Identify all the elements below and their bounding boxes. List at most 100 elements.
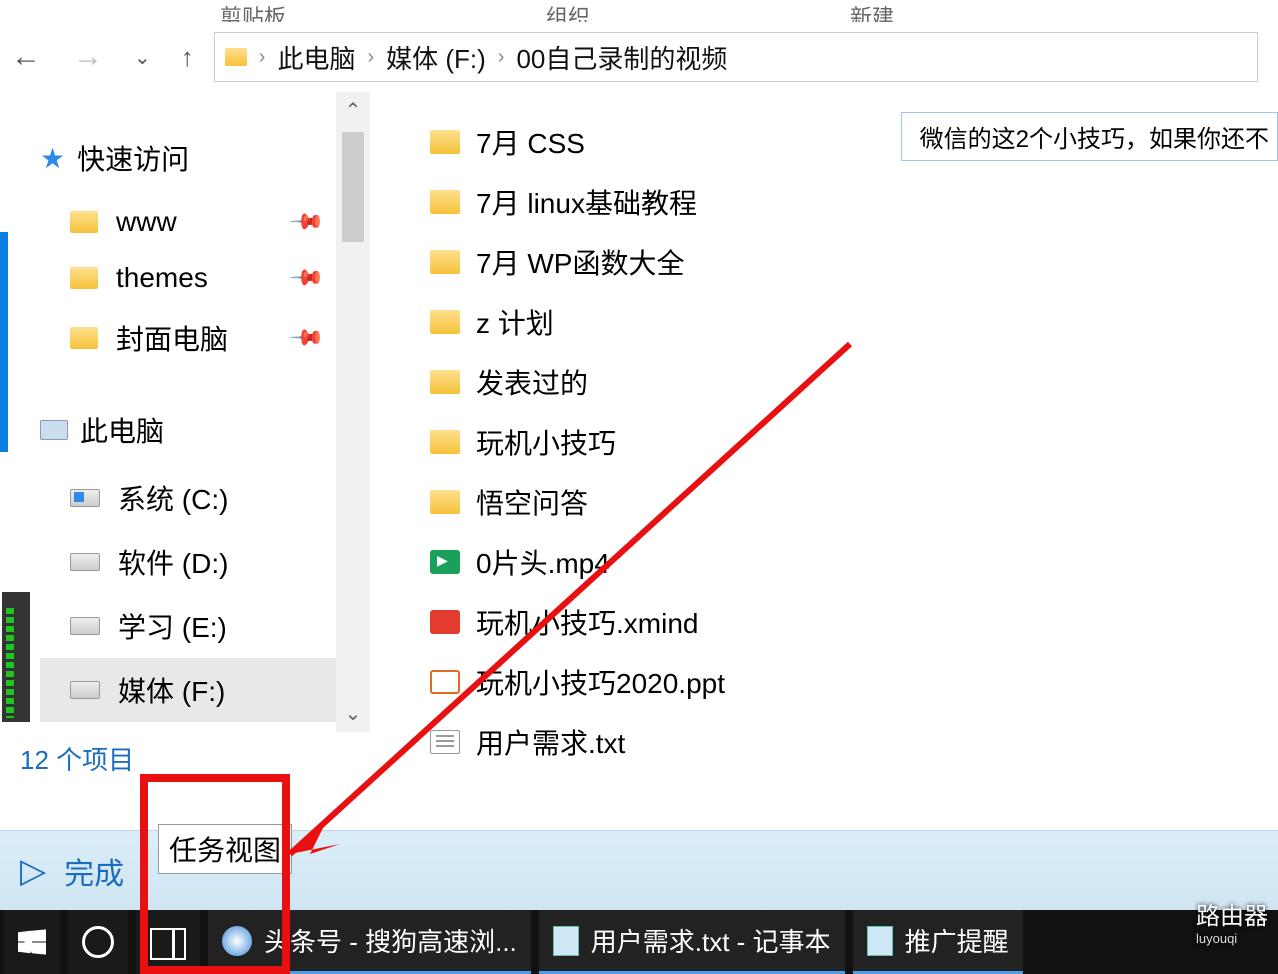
this-pc-label: 此电脑 (80, 410, 164, 450)
sidebar-item-label: 系统 (C:) (118, 478, 228, 518)
scroll-down-icon[interactable]: ⌄ (345, 701, 362, 726)
item-count: 12 个项目 (20, 745, 134, 775)
file-label: 7月 linux基础教程 (476, 182, 697, 222)
file-item-video[interactable]: 微信的这2个小技巧，如果你还不 (901, 112, 1278, 161)
player-status: 完成 (64, 849, 124, 893)
taskbar-app-label: 用户需求.txt - 记事本 (591, 922, 831, 959)
windows-logo-icon (18, 928, 46, 956)
ppt-icon (430, 670, 460, 694)
folder-icon (70, 327, 98, 349)
quick-access-label: 快速访问 (77, 138, 189, 178)
sidebar-pinned-item[interactable]: 封面电脑 📌 (40, 306, 370, 370)
folder-icon (430, 130, 460, 154)
address-bar[interactable]: › 此电脑 › 媒体 (F:) › 00自己录制的视频 (214, 32, 1258, 82)
notepad-icon (553, 926, 579, 956)
drive-icon (70, 681, 100, 699)
folder-item[interactable]: 7月 WP函数大全 (430, 232, 1278, 292)
task-view-icon (150, 928, 186, 956)
pin-icon: 📌 (287, 259, 325, 297)
taskbar-app-other[interactable]: 推广提醒 (853, 910, 1023, 974)
drive-icon (70, 617, 100, 635)
cortana-icon (82, 926, 114, 958)
ribbon-tab[interactable]: 组织 (546, 0, 590, 22)
folder-icon (225, 48, 247, 66)
file-item[interactable]: 玩机小技巧2020.ppt (430, 652, 1278, 712)
pc-icon (40, 420, 68, 440)
file-label: 悟空问答 (476, 482, 588, 522)
app-icon (867, 926, 893, 956)
chevron-right-icon: › (259, 46, 266, 69)
folder-item[interactable]: z 计划 (430, 292, 1278, 352)
breadcrumb-drive[interactable]: 媒体 (F:) (386, 39, 486, 76)
sidebar-pinned-item[interactable]: themes 📌 (40, 250, 370, 306)
ribbon-tab[interactable]: 剪贴板 (220, 0, 286, 22)
this-pc-header[interactable]: 此电脑 (40, 394, 370, 466)
audio-level-meter (2, 592, 30, 722)
up-button[interactable]: ↑ (181, 42, 194, 73)
scrollbar-thumb[interactable] (342, 132, 364, 242)
sidebar: ★ 快速访问 www 📌 themes 📌 封面电脑 📌 此电脑 系统 (C:) (0, 92, 370, 732)
breadcrumb-folder[interactable]: 00自己录制的视频 (516, 39, 727, 76)
file-item[interactable]: 0片头.mp4 (430, 532, 1278, 592)
sidebar-item-label: www (116, 206, 177, 238)
browser-icon (222, 926, 252, 956)
drive-icon (70, 489, 100, 507)
taskbar-app-label: 推广提醒 (905, 922, 1009, 959)
sidebar-pinned-item[interactable]: www 📌 (40, 194, 370, 250)
folder-icon (430, 250, 460, 274)
txt-icon (430, 730, 460, 754)
sidebar-item-label: themes (116, 262, 208, 294)
folder-icon (70, 267, 98, 289)
file-label: 微信的这2个小技巧，如果你还不 (920, 119, 1269, 154)
watermark: 路由器luyouqi (1196, 896, 1268, 946)
folder-icon (70, 211, 98, 233)
file-label: 玩机小技巧 (476, 422, 616, 462)
sidebar-drive-item[interactable]: 媒体 (F:) (40, 658, 370, 722)
chevron-right-icon: › (498, 46, 505, 69)
quick-access-header[interactable]: ★ 快速访问 (40, 122, 370, 194)
scroll-up-icon[interactable]: ⌃ (345, 98, 362, 123)
file-list: 7月 CSS 7月 linux基础教程 7月 WP函数大全 z 计划 发表过的 … (370, 92, 1278, 732)
file-label: 发表过的 (476, 362, 588, 402)
sidebar-scrollbar[interactable]: ⌃ ⌄ (336, 92, 370, 732)
ribbon-tabs: 剪贴板 组织 新建 (0, 0, 1278, 22)
folder-item[interactable]: 玩机小技巧 (430, 412, 1278, 472)
folder-icon (430, 190, 460, 214)
folder-item[interactable]: 发表过的 (430, 352, 1278, 412)
drive-icon (70, 553, 100, 571)
start-button[interactable] (4, 910, 60, 974)
back-button[interactable]: ← (10, 41, 42, 73)
file-item[interactable]: 用户需求.txt (430, 712, 1278, 772)
sidebar-item-label: 媒体 (F:) (118, 670, 225, 710)
pin-icon: 📌 (287, 203, 325, 241)
folder-item[interactable]: 7月 linux基础教程 (430, 172, 1278, 232)
forward-button[interactable]: → (72, 41, 104, 73)
folder-item[interactable]: 悟空问答 (430, 472, 1278, 532)
taskbar-app-notepad[interactable]: 用户需求.txt - 记事本 (539, 910, 845, 974)
star-icon: ★ (40, 142, 65, 175)
file-item[interactable]: 玩机小技巧.xmind (430, 592, 1278, 652)
taskbar-app-browser[interactable]: 头条号 - 搜狗高速浏... (208, 910, 531, 974)
task-view-button[interactable] (136, 910, 200, 974)
sidebar-item-label: 软件 (D:) (118, 542, 228, 582)
file-label: 7月 WP函数大全 (476, 242, 684, 282)
sidebar-drive-item[interactable]: 学习 (E:) (40, 594, 370, 658)
file-label: 0片头.mp4 (476, 542, 610, 582)
cortana-button[interactable] (68, 910, 128, 974)
taskbar: 头条号 - 搜狗高速浏... 用户需求.txt - 记事本 推广提醒 (0, 910, 1278, 974)
play-icon[interactable]: ▷ (20, 851, 46, 891)
file-label: z 计划 (476, 302, 554, 342)
sidebar-drive-item[interactable]: 软件 (D:) (40, 530, 370, 594)
xmind-icon (430, 610, 460, 634)
sidebar-drive-item[interactable]: 系统 (C:) (40, 466, 370, 530)
sidebar-item-label: 封面电脑 (116, 318, 228, 358)
file-label: 用户需求.txt (476, 722, 625, 762)
file-label: 玩机小技巧2020.ppt (476, 662, 725, 702)
sidebar-item-label: 学习 (E:) (118, 606, 227, 646)
pin-icon: 📌 (287, 319, 325, 357)
history-dropdown-icon[interactable]: ⌄ (134, 45, 151, 70)
ribbon-tab[interactable]: 新建 (850, 0, 894, 22)
folder-icon (430, 490, 460, 514)
chevron-right-icon: › (367, 46, 374, 69)
breadcrumb-pc[interactable]: 此电脑 (277, 39, 355, 76)
